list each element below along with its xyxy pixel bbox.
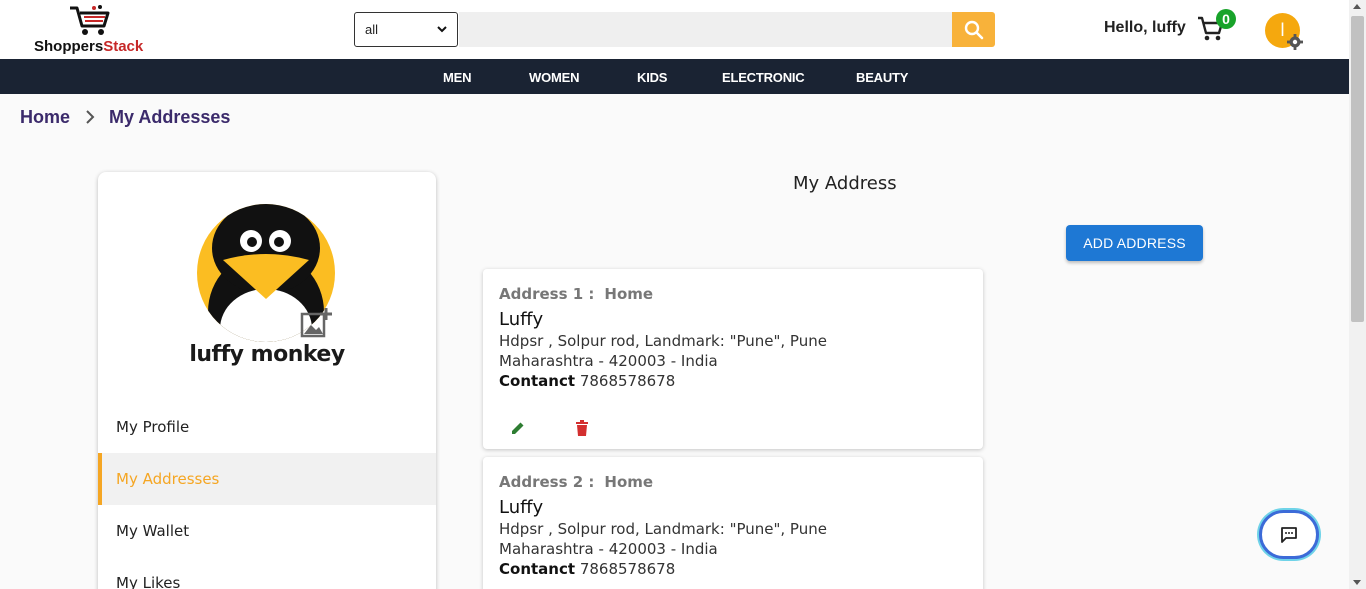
- header: ShoppersStack all Hello, luffy 0 l: [0, 0, 1349, 59]
- page-scrollbar[interactable]: [1349, 0, 1366, 589]
- address-card: Address 2 : Home Luffy Hdpsr , Solpur rod…: [483, 457, 983, 589]
- chevron-down-icon: [437, 26, 447, 33]
- greeting-text: Hello, luffy: [1104, 19, 1186, 36]
- address-line-2: Maharashtra - 420003 - India: [499, 352, 718, 370]
- page-title: My Address: [793, 173, 897, 194]
- nav-item-women[interactable]: WOMEN: [529, 70, 579, 85]
- profile-name: luffy monkey: [189, 342, 345, 367]
- logo-text: ShoppersStack: [34, 38, 144, 55]
- delete-trash-icon[interactable]: [575, 420, 589, 436]
- search-button[interactable]: [952, 12, 995, 47]
- nav-item-kids[interactable]: KIDS: [637, 70, 667, 85]
- chat-icon: [1281, 526, 1297, 543]
- category-nav: MEN WOMEN KIDS ELECTRONIC BEAUTY: [0, 59, 1349, 94]
- settings-gear-icon[interactable]: [1286, 33, 1304, 51]
- address-type: Home: [604, 285, 654, 303]
- menu-item-my-profile[interactable]: My Profile: [98, 401, 436, 453]
- category-select[interactable]: all: [354, 12, 458, 47]
- cart-count-badge: 0: [1216, 9, 1236, 29]
- shoppersstack-logo[interactable]: ShoppersStack: [30, 2, 170, 56]
- menu-item-my-wallet[interactable]: My Wallet: [98, 505, 436, 557]
- category-select-value: all: [365, 22, 379, 37]
- address-contact: Contanct 7868578678: [499, 372, 676, 390]
- address-type: Home: [604, 473, 654, 491]
- address-name: Luffy: [499, 497, 544, 518]
- search-icon: [964, 20, 983, 39]
- add-address-button[interactable]: ADD ADDRESS: [1066, 225, 1203, 261]
- breadcrumb-home[interactable]: Home: [20, 107, 70, 128]
- address-contact: Contanct 7868578678: [499, 560, 676, 578]
- chevron-right-icon: [86, 110, 95, 124]
- address-line-2: Maharashtra - 420003 - India: [499, 540, 718, 558]
- menu-item-my-likes[interactable]: My Likes: [98, 557, 436, 589]
- scrollbar-thumb[interactable]: [1351, 16, 1364, 322]
- edit-pencil-icon[interactable]: [510, 420, 526, 436]
- address-line-1: Hdpsr , Solpur rod, Landmark: "Pune", Pu…: [499, 520, 827, 538]
- breadcrumb-current: My Addresses: [109, 107, 231, 127]
- logo-cart-icon: [70, 5, 110, 35]
- nav-item-electronic[interactable]: ELECTRONIC: [722, 70, 805, 85]
- add-photo-icon[interactable]: [299, 307, 333, 341]
- scroll-down-arrow-icon[interactable]: [1353, 580, 1361, 585]
- chat-button[interactable]: [1259, 510, 1319, 559]
- search-input[interactable]: [459, 12, 952, 47]
- address-header: Address 1 : Home: [499, 285, 654, 303]
- nav-item-beauty[interactable]: BEAUTY: [856, 70, 908, 85]
- menu-item-my-addresses[interactable]: My Addresses: [98, 453, 436, 505]
- nav-item-men[interactable]: MEN: [443, 70, 471, 85]
- profile-card: luffy monkey My Profile My Addresses My …: [98, 172, 436, 589]
- address-line-1: Hdpsr , Solpur rod, Landmark: "Pune", Pu…: [499, 332, 827, 350]
- address-name: Luffy: [499, 309, 544, 330]
- scroll-up-arrow-icon[interactable]: [1353, 4, 1361, 9]
- address-card: Address 1 : Home Luffy Hdpsr , Solpur rod…: [483, 269, 983, 449]
- address-header: Address 2 : Home: [499, 473, 654, 491]
